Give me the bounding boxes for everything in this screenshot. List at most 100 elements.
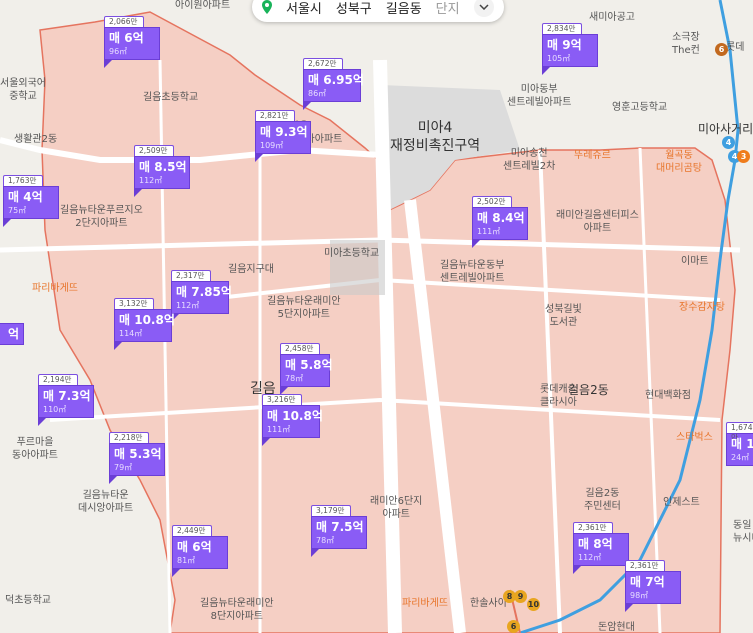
marker-unit-price: 2,066만 [104, 16, 144, 27]
marker-unit-price: 3,132만 [114, 298, 154, 309]
map-base-layer [0, 0, 753, 633]
place-label: 한솔사이 [470, 598, 507, 609]
marker-unit-price: 2,834만 [542, 23, 582, 34]
price-marker[interactable]: 2,834만 매 9억 105㎡ [542, 23, 598, 75]
place-label: 길음지구대 [228, 264, 274, 275]
price-marker[interactable]: 2,361만 매 7억 98㎡ [625, 560, 681, 612]
price-marker[interactable]: 2,194만 매 7.3억 110㎡ [38, 374, 94, 426]
price-marker[interactable]: 2,317만 매 7.85억 112㎡ [171, 270, 232, 322]
place-label: 월곡동 대머리곰탕 [656, 150, 702, 174]
place-label: 서울외국어 중학교 [0, 78, 46, 102]
marker-area: 79㎡ [114, 463, 133, 472]
marker-unit-price: 2,502만 [472, 196, 512, 207]
price-marker[interactable]: 1,763만 매 4억 75㎡ [3, 175, 59, 227]
place-label: 인제스트 [663, 497, 700, 508]
marker-price: 매 7억 [630, 575, 665, 589]
price-marker[interactable]: 2,502만 매 8.4억 111㎡ [472, 196, 528, 248]
marker-area: 112㎡ [139, 176, 163, 185]
marker-price: 매 4억 [8, 190, 43, 204]
marker-price: 매 7.3억 [43, 389, 91, 403]
marker-price: 매 8.4억 [477, 211, 525, 225]
marker-price: 매 1. [731, 437, 753, 451]
place-label: 미아사거리 [698, 122, 753, 136]
marker-area: 78㎡ [316, 536, 335, 545]
place-label: 길음2동 주민센터 [584, 488, 621, 512]
place-label: 길음뉴타운래미안 8단지아파트 [200, 598, 274, 622]
place-label: 길음뉴타운푸르지오 2단지아파트 [60, 205, 143, 229]
place-label: 장수감자탕 [679, 302, 725, 313]
place-label: 미아동부 센트레빌아파트 [507, 84, 572, 108]
marker-unit-price: 2,317만 [171, 270, 211, 281]
marker-unit-price: 3,216만 [262, 394, 302, 405]
chevron-down-icon[interactable] [473, 0, 494, 17]
price-marker[interactable]: 2,672만 매 6.95억 86㎡ [303, 58, 364, 110]
bus-stop-10-icon: 10 [527, 598, 540, 611]
place-label: 미아송천 센트레빌2차 [503, 148, 556, 172]
place-label: 현대백화점 [645, 390, 691, 401]
price-marker[interactable]: 2,509만 매 8.5억 112㎡ [134, 145, 190, 197]
breadcrumb-city[interactable]: 서울시 [286, 0, 322, 17]
place-label: 덕초등학교 [5, 595, 51, 606]
subway-line-4-icon: 4 [722, 136, 735, 149]
marker-area: 78㎡ [285, 374, 304, 383]
marker-area: 75㎡ [8, 206, 27, 215]
location-pin-icon [262, 0, 272, 14]
marker-unit-price: 2,821만 [255, 110, 295, 121]
marker-unit-price: 2,509만 [134, 145, 174, 156]
marker-area: 111㎡ [267, 425, 291, 434]
marker-unit-price: 2,361만 [573, 522, 613, 533]
marker-area: 112㎡ [578, 553, 602, 562]
price-marker[interactable]: 2,449만 매 6억 81㎡ [172, 525, 228, 577]
price-marker[interactable]: 2,218만 매 5.3억 79㎡ [109, 432, 165, 484]
marker-area: 111㎡ [477, 227, 501, 236]
marker-unit-price: 1,763만 [3, 175, 43, 186]
place-label: 스타벅스 [676, 432, 713, 443]
place-label: 뚜레쥬르 [574, 150, 611, 161]
marker-unit-price: 2,218만 [109, 432, 149, 443]
marker-area: 96㎡ [109, 47, 128, 56]
place-label: 영훈고등학교 [612, 102, 668, 113]
price-marker[interactable]: 3,216만 매 10.8억 111㎡ [262, 394, 323, 446]
marker-price: 매 8억 [578, 537, 613, 551]
place-label: 푸르마을 동아아파트 [12, 437, 58, 461]
marker-price: 매 6.95억 [308, 73, 364, 87]
price-marker[interactable]: 1,674만 매 1. 24㎡ [726, 422, 753, 466]
price-marker[interactable]: 2,361만 매 8억 112㎡ [573, 522, 629, 574]
marker-price: 매 7.5억 [316, 520, 364, 534]
marker-unit-price: 2,194만 [38, 374, 78, 385]
marker-price: 매 6억 [177, 540, 212, 554]
place-label: 길음뉴타운 데시앙아파트 [78, 490, 134, 514]
place-label: 아이원아파트 [175, 0, 231, 11]
marker-unit-price: 2,361만 [625, 560, 665, 571]
marker-price: 매 5.3억 [114, 447, 162, 461]
marker-price: 매 9억 [547, 38, 582, 52]
price-marker[interactable]: 2,821만 매 9.3억 109㎡ [255, 110, 311, 162]
marker-area: 112㎡ [176, 301, 200, 310]
place-label: 소극장 The컨 [672, 32, 700, 56]
marker-price: 매 5.8억 [285, 358, 333, 372]
place-label: 길음뉴타운래미안 5단지아파트 [267, 296, 341, 320]
price-marker[interactable]: 2,458만 매 5.8억 78㎡ [280, 343, 333, 395]
place-label: 돈암현대 [598, 622, 635, 633]
marker-price: 억 [7, 327, 19, 341]
place-label: 생활관2동 [14, 134, 58, 145]
marker-unit-price: 3,179만 [311, 505, 351, 516]
place-label: 파리바게뜨 [32, 283, 78, 294]
price-marker[interactable]: 2,066만 매 6억 96㎡ [104, 16, 160, 68]
breadcrumb-type[interactable]: 단지 [436, 0, 460, 17]
marker-area: 24㎡ [731, 453, 750, 462]
marker-area: 109㎡ [260, 141, 284, 150]
place-label: 래미안6단지 아파트 [370, 496, 423, 520]
breadcrumb-dong[interactable]: 길음동 [386, 0, 422, 17]
price-marker[interactable]: 3,179만 매 7.5억 78㎡ [311, 505, 367, 557]
place-label: 길음초등학교 [143, 92, 199, 103]
breadcrumb-district[interactable]: 성북구 [336, 0, 372, 17]
subway-line-6-icon: 6 [715, 43, 728, 56]
marker-area: 81㎡ [177, 556, 196, 565]
price-marker[interactable]: 억 [0, 312, 24, 345]
marker-area: 114㎡ [119, 329, 143, 338]
map-canvas[interactable]: 아이원아파트 새미아공고 소극장 The컨 길음초등학교 미아동부 센트레빌아파… [0, 0, 753, 633]
location-breadcrumb[interactable]: 서울시 성북구 길음동 단지 [252, 0, 504, 22]
price-marker[interactable]: 3,132만 매 10.8억 114㎡ [114, 298, 175, 350]
place-label: 이마트 [681, 256, 709, 267]
